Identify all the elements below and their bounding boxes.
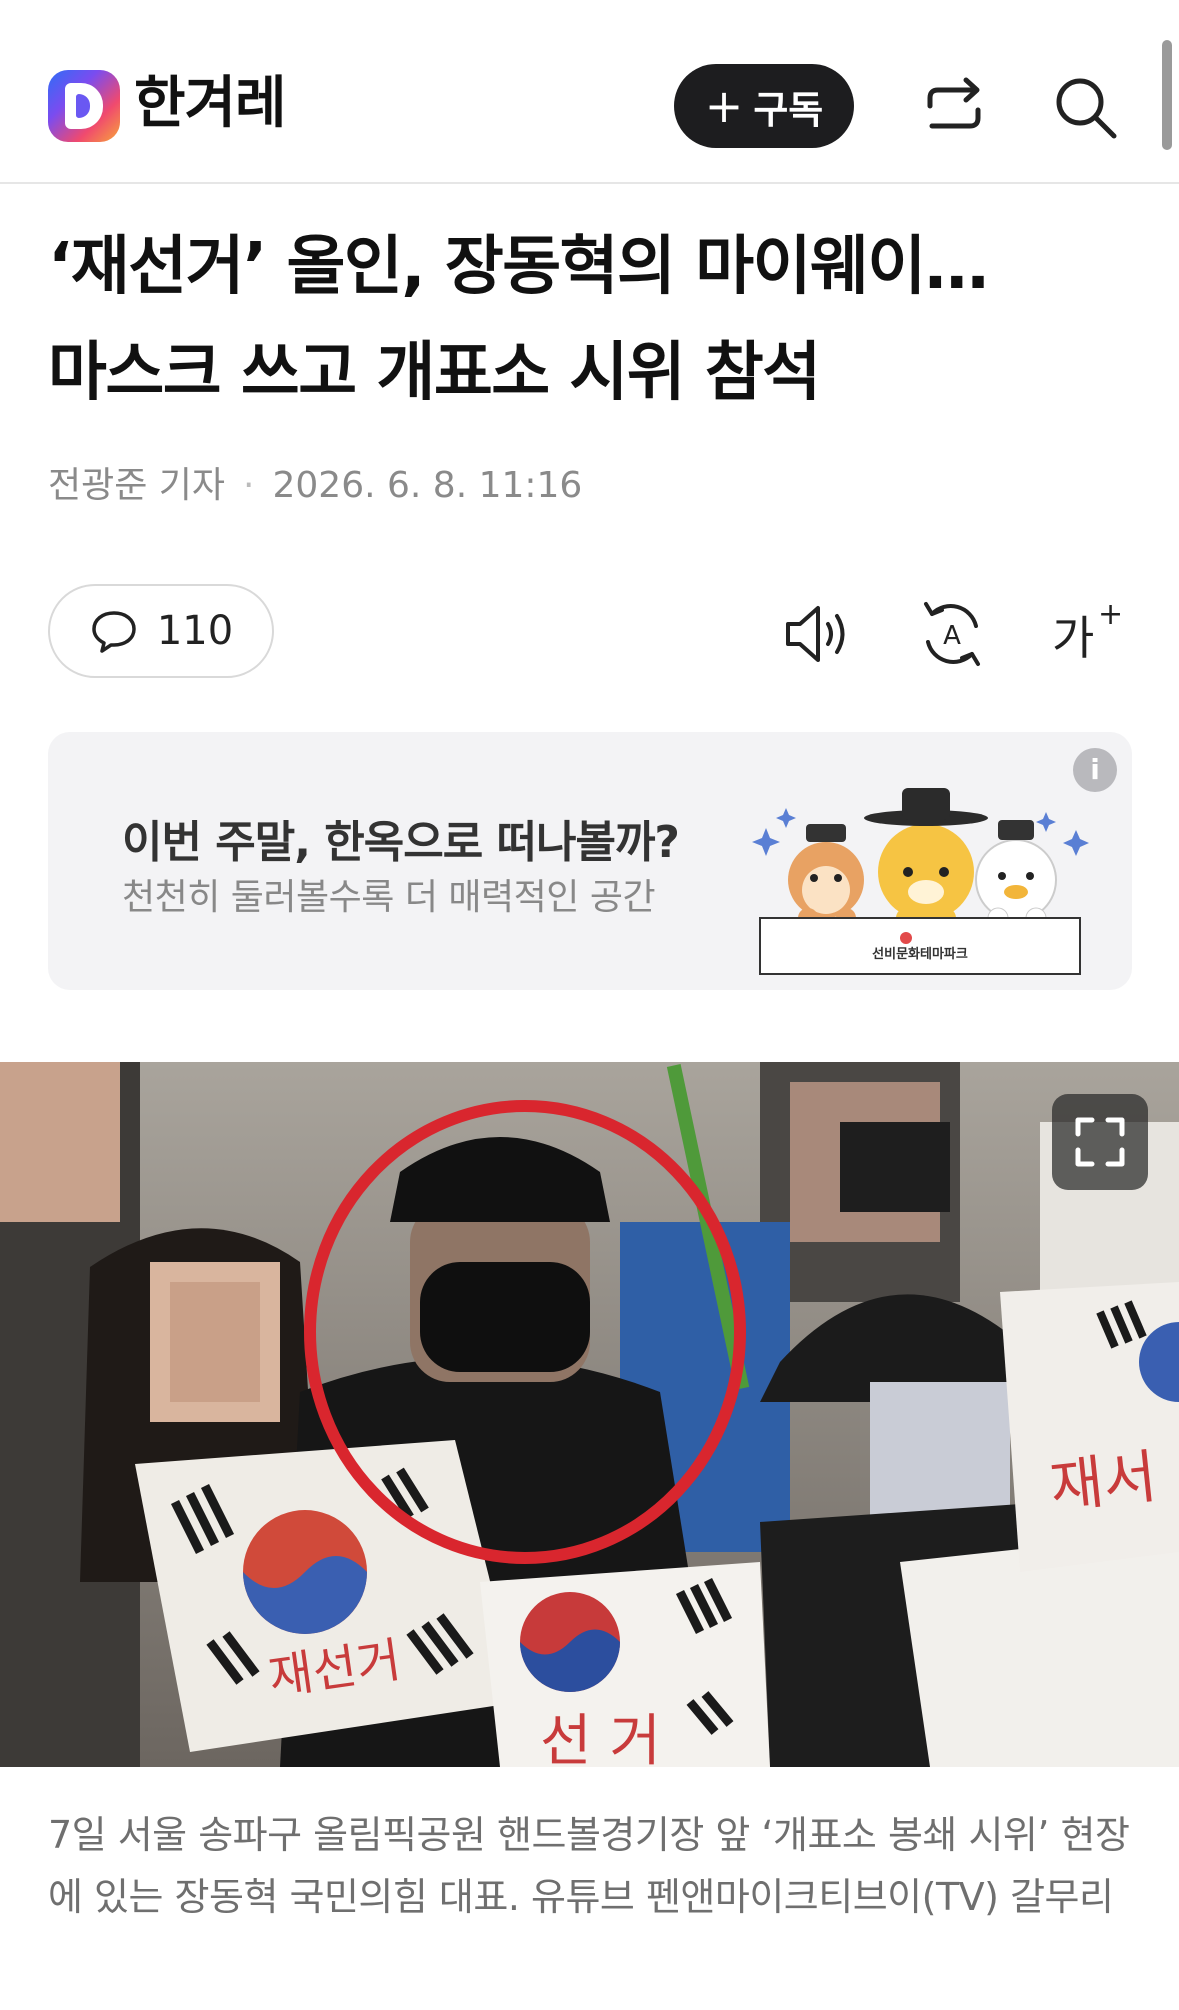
protest-photo-illustration: 재선거 선 거 재서 (0, 1062, 1179, 1767)
daum-d-logo[interactable] (48, 70, 120, 142)
article-title: ‘재선거’ 올인, 장동혁의 마이웨이… 마스크 쓰고 개표소 시위 참석 (48, 214, 1138, 426)
publisher-name[interactable]: 한겨레 (134, 68, 287, 140)
ad-title: 이번 주말, 한옥으로 떠나볼까? (122, 817, 680, 868)
search-icon[interactable] (1048, 70, 1124, 146)
speaker-icon[interactable] (780, 596, 856, 672)
byline-separator: · (243, 465, 255, 506)
fullscreen-icon (1075, 1117, 1125, 1167)
translate-glyph: A (943, 621, 961, 651)
ad-sign-text: 선비문화테마파크 (872, 946, 968, 962)
plus-icon: + (704, 79, 744, 133)
byline: 전광준 기자 · 2026. 6. 8. 11:16 (48, 456, 582, 508)
font-size-plus: + (1098, 597, 1123, 632)
comment-count: 110 (156, 608, 234, 654)
font-size-icon[interactable]: 가 + (1048, 596, 1124, 672)
article-title-line-2: 마스크 쓰고 개표소 시위 참석 (48, 336, 821, 410)
subscribe-label: 구독 (753, 87, 824, 132)
fullscreen-button[interactable] (1052, 1094, 1148, 1190)
article-photo[interactable]: 재선거 선 거 재서 (0, 1062, 1179, 1767)
share-icon[interactable] (916, 70, 992, 146)
photo-sign-text-center: 선 거 (540, 1709, 661, 1767)
subscribe-button[interactable]: + 구독 (674, 64, 854, 148)
article-title-line-1: ‘재선거’ 올인, 장동혁의 마이웨이… (48, 230, 989, 304)
top-app-bar: 한겨레 + 구독 (0, 0, 1179, 184)
photo-sign-text-right: 재서 (1047, 1442, 1160, 1521)
photo-caption: 7일 서울 송파구 올림픽공원 핸드볼경기장 앞 ‘개표소 봉쇄 시위’ 현장에… (48, 1813, 1130, 1919)
comments-button[interactable]: 110 (48, 584, 274, 678)
ad-subtitle: 천천히 둘러볼수록 더 매력적인 공간 (122, 877, 656, 918)
scrollbar[interactable] (1162, 40, 1172, 150)
ad-banner[interactable]: 이번 주말, 한옥으로 떠나볼까? 천천히 둘러볼수록 더 매력적인 공간 i … (48, 732, 1132, 990)
comment-bubble-icon (92, 611, 136, 653)
ad-mascot-illustration: 선비문화테마파크 (752, 788, 1089, 975)
author-name[interactable]: 전광준 기자 (48, 465, 225, 506)
translate-icon[interactable]: A (914, 596, 990, 672)
font-size-glyph: 가 (1052, 611, 1094, 665)
publish-date: 2026. 6. 8. 11:16 (272, 465, 583, 506)
